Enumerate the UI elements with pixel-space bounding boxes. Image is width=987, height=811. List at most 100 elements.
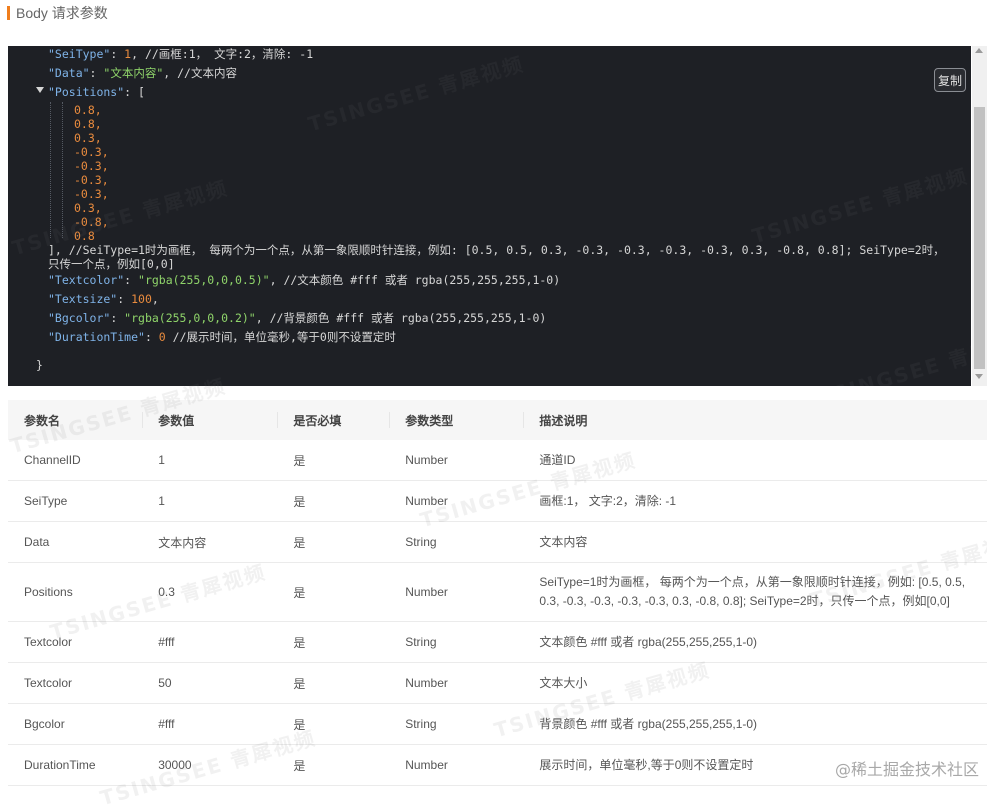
table-row: Data 文本内容 是 String 文本内容 [8, 521, 987, 563]
scroll-up-arrow-icon[interactable] [975, 48, 983, 53]
cell-required: 是 [277, 521, 390, 563]
indent-guide [62, 102, 63, 238]
cell-value: 1 [142, 440, 278, 481]
code-line-positions: "Positions": [ [48, 84, 145, 100]
cell-required: 是 [277, 480, 390, 522]
code-line-textsize: "Textsize": 100, [48, 291, 159, 307]
cell-name: Textcolor [8, 662, 143, 704]
cell-description: 画框:1， 文字:2，清除: -1 [523, 480, 987, 522]
code-closing-brace: } [36, 358, 43, 372]
code-line-bgcolor: "Bgcolor": "rgba(255,0,0,0.2)", //背景颜色 #… [48, 310, 546, 326]
cell-name: Positions [8, 562, 143, 622]
code-comment: , //背景颜色 #fff 或者 rgba(255,255,255,1-0) [255, 311, 547, 325]
cell-description: 背景颜色 #fff 或者 rgba(255,255,255,1-0) [523, 703, 987, 745]
cell-type: Number [389, 744, 524, 786]
table-row: Textcolor 50 是 Number 文本大小 [8, 662, 987, 704]
cell-value: #fff [142, 621, 278, 663]
table-row: Textcolor #fff 是 String 文本颜色 #fff 或者 rgb… [8, 621, 987, 663]
code-line-positions-close-2: 只传一个点，例如[0,0] [48, 257, 175, 271]
code-key: "Data" [48, 66, 90, 80]
cell-description: 文本内容 [523, 521, 987, 563]
footer-watermark: @稀土掘金技术社区 [834, 760, 979, 779]
cell-required: 是 [277, 703, 390, 745]
table-row: SeiType 1 是 Number 画框:1， 文字:2，清除: -1 [8, 480, 987, 522]
header-required: 是否必填 [277, 400, 390, 440]
cell-name: Textcolor [8, 621, 143, 663]
cell-name: SeiType [8, 480, 143, 522]
code-punct: : [89, 66, 104, 80]
code-number: 0 [158, 330, 166, 344]
cell-required: 是 [277, 440, 390, 481]
code-key: "Textsize" [48, 292, 118, 306]
cell-required: 是 [277, 621, 390, 663]
code-comment: , [151, 292, 159, 306]
code-punct: : [110, 47, 125, 61]
section-title: Body 请求参数 [16, 5, 108, 21]
code-key: "Bgcolor" [48, 311, 111, 325]
code-punct: : [ [124, 85, 145, 99]
cell-description: 文本大小 [523, 662, 987, 704]
cell-required: 是 [277, 662, 390, 704]
table-row: Positions 0.3 是 Number SeiType=1时为画框， 每两… [8, 562, 987, 622]
code-string: "文本内容" [103, 66, 164, 80]
cell-description: SeiType=1时为画框， 每两个为一个点，从第一象限顺时针连接，例如: [0… [523, 562, 987, 622]
cell-type: Number [389, 440, 524, 481]
code-key: "DurationTime" [48, 330, 145, 344]
code-block: "SeiType": 1, //画框:1， 文字:2，清除: -1 "Data"… [8, 46, 971, 386]
code-comment: , //文本内容 [163, 66, 237, 80]
code-line-data: "Data": "文本内容", //文本内容 [48, 65, 237, 81]
code-string: "rgba(255,0,0,0.2)" [124, 311, 256, 325]
code-line-textcolor: "Textcolor": "rgba(255,0,0,0.5)", //文本颜色… [48, 272, 560, 288]
indent-guide [50, 102, 51, 238]
header-param-name: 参数名 [8, 400, 143, 440]
cell-type: Number [389, 480, 524, 522]
cell-name: Bgcolor [8, 703, 143, 745]
cell-value: 1 [142, 480, 278, 522]
cell-required: 是 [277, 562, 390, 622]
cell-description: 文本颜色 #fff 或者 rgba(255,255,255,1-0) [523, 621, 987, 663]
cell-type: String [389, 621, 524, 663]
section-header: Body 请求参数 [0, 0, 987, 26]
cell-name: DurationTime [8, 744, 143, 786]
table-row: ChannelID 1 是 Number 通道ID [8, 440, 987, 481]
scroll-thumb[interactable] [974, 107, 985, 369]
params-table: 参数名 参数值 是否必填 参数类型 描述说明 ChannelID 1 是 Num… [8, 400, 987, 786]
code-number: 100 [131, 292, 152, 306]
code-line-duration: "DurationTime": 0 //展示时间，单位毫秒,等于0则不设置定时 [48, 329, 396, 345]
table-header-row: 参数名 参数值 是否必填 参数类型 描述说明 [8, 400, 987, 440]
table-row: Bgcolor #fff 是 String 背景颜色 #fff 或者 rgba(… [8, 703, 987, 745]
code-key: "Positions" [48, 85, 125, 99]
watermark-text: TSINGSEE 青犀视频 [305, 51, 527, 137]
cell-required: 是 [277, 744, 390, 786]
cell-name: ChannelID [8, 440, 143, 481]
cell-description: 通道ID [523, 440, 987, 481]
cell-type: Number [389, 562, 524, 622]
header-param-value: 参数值 [142, 400, 278, 440]
code-punct: : [144, 330, 159, 344]
code-line-seitype: "SeiType": 1, //画框:1， 文字:2，清除: -1 [48, 46, 313, 62]
cell-type: String [389, 521, 524, 563]
code-punct: : [110, 311, 125, 325]
cell-type: String [389, 703, 524, 745]
cell-value: 文本内容 [142, 521, 278, 563]
accent-bar [7, 6, 10, 20]
cell-type: Number [389, 662, 524, 704]
code-punct: : [124, 273, 139, 287]
cell-value: 30000 [142, 744, 278, 786]
collapse-toggle-icon[interactable] [36, 87, 44, 93]
code-punct: : [117, 292, 132, 306]
scroll-down-arrow-icon[interactable] [975, 374, 983, 379]
code-key: "SeiType" [48, 47, 111, 61]
code-string: "rgba(255,0,0,0.5)" [138, 273, 270, 287]
cell-value: 0.3 [142, 562, 278, 622]
code-comment: , //画框:1， 文字:2，清除: -1 [131, 47, 314, 61]
code-comment: //展示时间，单位毫秒,等于0则不设置定时 [165, 330, 396, 344]
watermark-text: TSINGSEE 青犀视频 [815, 325, 971, 386]
header-param-type: 参数类型 [389, 400, 524, 440]
code-line-positions-close: ], //SeiType=1时为画框， 每两个为一个点，从第一象限顺时针连接，例… [48, 243, 945, 257]
header-description: 描述说明 [523, 400, 987, 440]
cell-value: #fff [142, 703, 278, 745]
copy-button[interactable]: 复制 [934, 68, 966, 92]
watermark-text: TSINGSEE 青犀视频 [749, 163, 971, 249]
code-comment: , //文本颜色 #fff 或者 rgba(255,255,255,1-0) [269, 273, 561, 287]
